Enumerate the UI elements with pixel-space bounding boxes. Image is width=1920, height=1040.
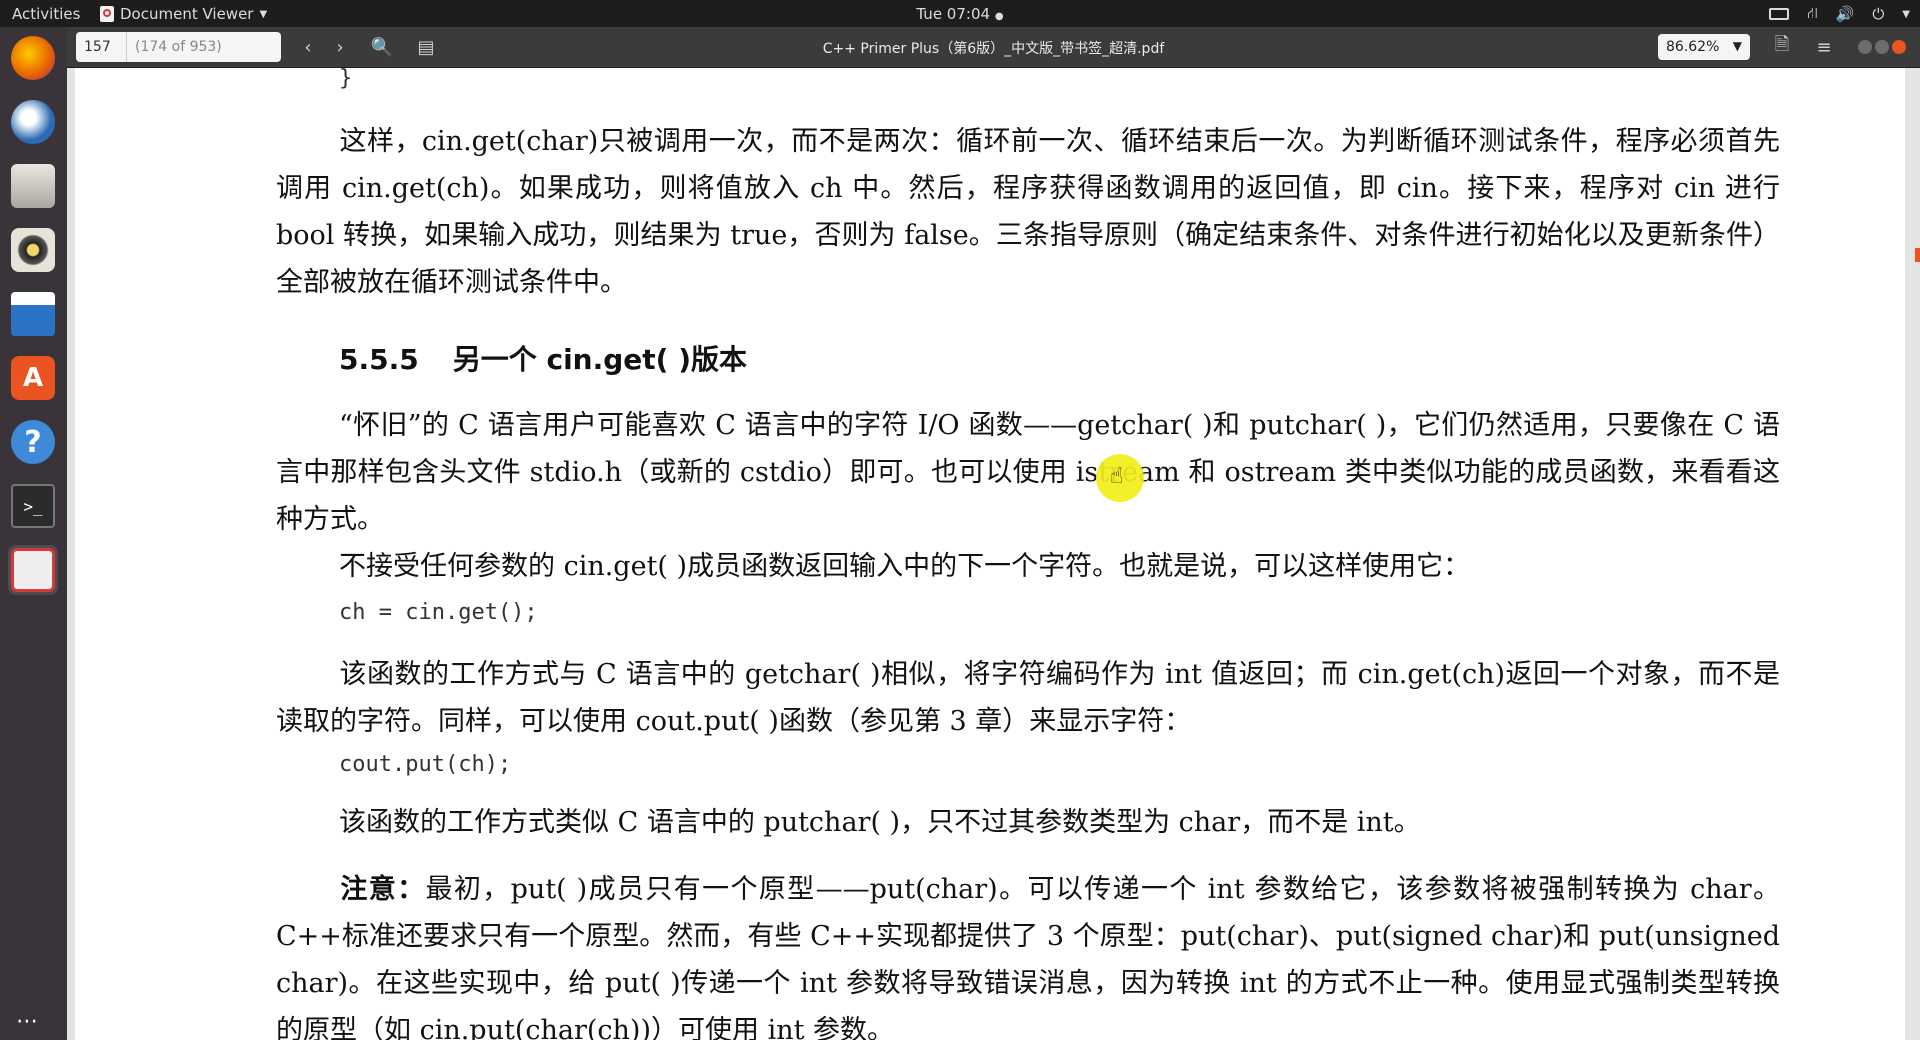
page-number[interactable]: 157	[84, 39, 126, 55]
notification-dot-icon: ●	[994, 11, 1004, 22]
menu-button[interactable]: ≡	[1809, 33, 1839, 61]
dock-document-viewer[interactable]	[8, 545, 58, 595]
page-number-entry[interactable]: 157 (174 of 953)	[76, 32, 281, 62]
code-line-1: ch = cin.get();	[339, 600, 538, 625]
hamburger-menu-icon: ≡	[1816, 36, 1832, 58]
pdf-page: } 这样，cin.get(char)只被调用一次，而不是两次：循环前一次、循环结…	[75, 68, 1905, 1040]
section-heading: 5.5.5 另一个 cin.get( )版本	[339, 343, 748, 376]
volume-icon[interactable]: 🔊	[1836, 5, 1855, 23]
document-view[interactable]: } 这样，cin.get(char)只被调用一次，而不是两次：循环前一次、循环结…	[67, 68, 1920, 1040]
search-icon: 🔍	[370, 36, 394, 58]
annotations-button[interactable]: 🗎	[1767, 33, 1797, 61]
help-icon: ?	[11, 420, 55, 464]
chevron-down-icon: ▼	[1732, 39, 1742, 53]
dock-terminal[interactable]: >_	[8, 481, 58, 531]
dock: A ? >_ ⋯	[0, 27, 67, 1040]
note-label: 注意：	[339, 874, 426, 905]
minimize-button[interactable]	[1858, 40, 1872, 54]
sidebar-icon: ▤	[417, 36, 435, 58]
dock-thunderbird[interactable]	[8, 97, 58, 147]
paragraph-5: 该函数的工作方式类似 C 语言中的 putchar( )，只不过其参数类型为 c…	[339, 807, 1421, 838]
page-of-label: (174 of 953)	[126, 32, 222, 62]
search-button[interactable]: 🔍	[367, 33, 397, 61]
thunderbird-icon	[11, 100, 55, 144]
caret-down-icon: ▼	[259, 8, 268, 20]
note-paragraph: 注意：最初，put( )成员只有一个原型——put(char)。可以传递一个 i…	[276, 874, 1780, 1040]
show-applications-icon[interactable]: ⋯	[16, 1009, 40, 1034]
activities-button[interactable]: Activities	[12, 5, 80, 23]
dock-ubuntu-software[interactable]: A	[8, 353, 58, 403]
scroll-position-marker[interactable]	[1915, 248, 1920, 262]
files-icon	[11, 164, 55, 208]
caret-down-icon[interactable]: ▼	[1902, 9, 1910, 20]
chevron-left-icon: ‹	[304, 36, 312, 58]
app-menu-label: Document Viewer	[120, 5, 254, 23]
dock-rhythmbox[interactable]	[8, 225, 58, 275]
paragraph-2: “怀旧”的 C 语言用户可能喜欢 C 语言中的字符 I/O 函数——getcha…	[276, 410, 1780, 535]
header-bar: 157 (174 of 953) ‹ › 🔍 ▤ C++ Primer Plus…	[67, 27, 1920, 68]
paragraph-1: 这样，cin.get(char)只被调用一次，而不是两次：循环前一次、循环结束后…	[276, 126, 1780, 298]
sidebar-toggle-button[interactable]: ▤	[411, 33, 441, 61]
zoom-select[interactable]: 86.62% ▼	[1658, 34, 1750, 60]
power-icon[interactable]: ⏻	[1872, 5, 1884, 23]
dock-files[interactable]	[8, 161, 58, 211]
network-icon[interactable]: ⛙	[1807, 4, 1818, 24]
top-bar: Activities Document Viewer ▼ Tue 07:04 ●…	[0, 0, 1920, 27]
zoom-value: 86.62%	[1666, 39, 1720, 55]
close-button[interactable]	[1892, 40, 1906, 54]
maximize-button[interactable]	[1875, 40, 1889, 54]
dock-libreoffice-writer[interactable]	[8, 289, 58, 339]
paragraph-3: 不接受任何参数的 cin.get( )成员函数返回输入中的下一个字符。也就是说，…	[339, 551, 1471, 582]
ubuntu-software-icon: A	[11, 356, 55, 400]
terminal-icon: >_	[11, 484, 55, 528]
paragraph-4: 该函数的工作方式与 C 语言中的 getchar( )相似，将字符编码作为 in…	[276, 659, 1780, 737]
document-title: C++ Primer Plus（第6版）_中文版_带书签_超清.pdf	[822, 41, 1165, 57]
annotate-icon: 🗎	[1774, 34, 1790, 55]
system-tray[interactable]: ⛙ 🔊 ⏻ ▼	[1769, 4, 1910, 24]
document-viewer-icon	[11, 548, 55, 592]
chevron-right-icon: ›	[336, 36, 344, 58]
code-line-2: cout.put(ch);	[339, 752, 512, 777]
code-closing-brace: }	[339, 68, 353, 91]
dock-firefox[interactable]	[8, 33, 58, 83]
app-menu[interactable]: Document Viewer ▼	[100, 5, 267, 23]
libreoffice-writer-icon	[11, 292, 55, 336]
document-viewer-app-icon	[100, 6, 114, 22]
dock-help[interactable]: ?	[8, 417, 58, 467]
next-page-button[interactable]: ›	[325, 33, 355, 61]
keyboard-icon[interactable]	[1769, 8, 1790, 20]
rhythmbox-icon	[11, 228, 55, 272]
previous-page-button[interactable]: ‹	[293, 33, 323, 61]
mouse-cursor-highlight	[1096, 454, 1144, 502]
firefox-icon	[11, 36, 55, 80]
clock[interactable]: Tue 07:04	[916, 5, 990, 23]
